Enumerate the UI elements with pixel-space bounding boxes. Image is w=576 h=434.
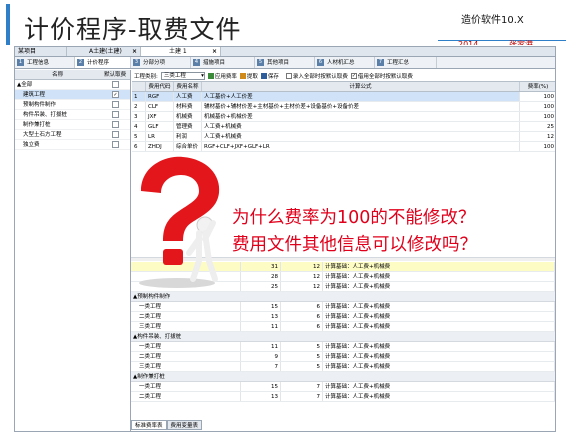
question-text: 为什么费率为100的不能修改？ 费用文件其他信息可以修改吗？ [232, 205, 477, 259]
extract-icon [239, 72, 246, 79]
fee-row[interactable]: 2 CLF 材料费 辅材基价+辅材价差+主材基价+主材价差+设备基价+设备价差 100 [132, 102, 555, 112]
category-row-hoisting[interactable]: 构件吊装、打拔桩 [15, 110, 130, 120]
fee-toolbar: 工程类别: 三类工程 ▾ 应用费率 提取 保存 录入全部时按默认取费 ✓ 借用全部时… [132, 70, 555, 82]
default-checkbox[interactable] [112, 101, 119, 108]
main-tabs: 1 工程信息 2 计价程序 3 分部分项 4 措施项目 5 其他项目 6 人材机汇总 7 工程… [15, 57, 555, 69]
document-tabs: 某项目 A土建(土建) × 土建 1 × [15, 47, 555, 57]
save-icon [260, 72, 267, 79]
cut-text-left: 2014 [458, 40, 479, 45]
tab-number-badge: 4 [193, 59, 200, 66]
apply-icon [207, 72, 214, 79]
rate-group-header[interactable]: ▲预制构件制作 [131, 292, 555, 302]
fee-row[interactable]: 3 JXF 机械费 机械基价+机械价差 100 [132, 112, 555, 122]
doc-tab-unit[interactable]: A土建(土建) × [67, 47, 141, 56]
tab-project-summary[interactable]: 7 工程汇总 [375, 57, 437, 68]
doc-tab-project[interactable]: 某项目 [15, 47, 67, 56]
checkbox[interactable] [285, 72, 292, 79]
fee-table-header: 费用代码 费用名称 计算公式 费率(%) [132, 82, 555, 92]
bottom-tabs: 标准费率表 费用变量表 [131, 420, 203, 430]
tab-labor-material-summary[interactable]: 6 人材机汇总 [315, 57, 375, 68]
tab-fee-variables[interactable]: 费用变量表 [166, 420, 203, 430]
checkbox[interactable]: ✓ [350, 72, 357, 79]
tab-other-items[interactable]: 5 其他项目 [255, 57, 315, 68]
rate-row[interactable]: 二类工程 13 6 计算基础：人工费+机械费 [131, 312, 555, 322]
fee-row[interactable]: 5 LR 利润 人工费+机械费 12 [132, 132, 555, 142]
category-panel: 名称 默认取费 ▲全部 建筑工程 ✓ 预制构件制作 构件吊装、打拔桩 制作兼打桩 … [15, 70, 131, 431]
tab-divisional-items[interactable]: 3 分部分项 [131, 57, 191, 68]
brand-label: 造价软件10.X [461, 15, 524, 26]
category-label: 工程类别: [134, 73, 158, 80]
fee-row[interactable]: 6 ZHDJ 综合单价 RGF+CLF+JXF+GLF+LR 100 [132, 142, 555, 152]
category-row-earthwork[interactable]: 大型土石方工程 [15, 130, 130, 140]
default-checkbox[interactable] [112, 111, 119, 118]
rate-row[interactable]: 二类工程 13 7 计算基础：人工费+机械费 [131, 392, 555, 402]
tab-number-badge: 3 [133, 59, 140, 66]
close-icon[interactable]: × [212, 47, 217, 56]
category-row-precast[interactable]: 预制构件制作 [15, 100, 130, 110]
question-line-1: 为什么费率为100的不能修改？ [232, 208, 476, 228]
extract-button[interactable]: 提取 [239, 72, 258, 80]
tab-measures[interactable]: 4 措施项目 [191, 57, 255, 68]
rate-row[interactable]: 三类工程 11 6 计算基础：人工费+机械费 [131, 322, 555, 332]
doc-tab-building[interactable]: 土建 1 × [141, 47, 221, 56]
default-checkbox[interactable] [112, 121, 119, 128]
fee-row[interactable]: 4 GLF 管理费 人工费+机械费 25 [132, 122, 555, 132]
category-row-all[interactable]: ▲全部 [15, 80, 130, 90]
rate-group-header[interactable]: ▲制作兼打桩 [131, 372, 555, 382]
category-row-piling[interactable]: 制作兼打桩 [15, 120, 130, 130]
tab-number-badge: 7 [377, 59, 384, 66]
tab-pricing-procedure[interactable]: 2 计价程序 [75, 57, 131, 68]
apply-rate-button[interactable]: 应用费率 [207, 72, 237, 80]
default-checkbox[interactable] [112, 141, 119, 148]
option-input-default[interactable]: 录入全部时按默认取费 [285, 72, 348, 80]
title-accent-bar [6, 4, 10, 45]
category-select[interactable]: 三类工程 ▾ [160, 71, 205, 80]
tab-number-badge: 5 [257, 59, 264, 66]
rate-row[interactable]: 三类工程 7 5 计算基础：人工费+机械费 [131, 362, 555, 372]
tab-standard-rates[interactable]: 标准费率表 [131, 420, 167, 430]
fee-row[interactable]: 1 RGF 人工费 人工基价+人工价差 100 [132, 92, 555, 102]
default-checkbox[interactable]: ✓ [112, 91, 119, 98]
category-row-building[interactable]: 建筑工程 ✓ [15, 90, 130, 100]
category-row-independent[interactable]: 独立费 [15, 140, 130, 150]
chevron-down-icon: ▾ [201, 72, 204, 79]
default-checkbox[interactable] [112, 81, 119, 88]
category-header: 名称 默认取费 [15, 70, 130, 80]
rate-row[interactable]: 二类工程 9 5 计算基础：人工费+机械费 [131, 352, 555, 362]
rate-row[interactable]: 一类工程 15 6 计算基础：人工费+机械费 [131, 302, 555, 312]
default-checkbox[interactable] [112, 131, 119, 138]
slide-title: 计价程序-取费文件 [24, 15, 242, 44]
save-button[interactable]: 保存 [260, 72, 279, 80]
close-icon[interactable]: × [132, 47, 137, 56]
rate-row[interactable]: 一类工程 11 5 计算基础：人工费+机械费 [131, 342, 555, 352]
rate-row[interactable]: 一类工程 15 7 计算基础：人工费+机械费 [131, 382, 555, 392]
tab-number-badge: 2 [77, 59, 84, 66]
rate-group-header[interactable]: ▲构件吊装、打拔桩 [131, 332, 555, 342]
option-borrow-default[interactable]: ✓ 借用全部时按默认取费 [350, 72, 413, 80]
question-line-2: 费用文件其他信息可以修改吗？ [232, 235, 477, 255]
tab-project-info[interactable]: 1 工程信息 [15, 57, 75, 68]
cut-text-right: 张家港 [509, 40, 533, 45]
tab-number-badge: 1 [17, 59, 24, 66]
tab-number-badge: 6 [317, 59, 324, 66]
question-mark-figure [119, 153, 241, 291]
